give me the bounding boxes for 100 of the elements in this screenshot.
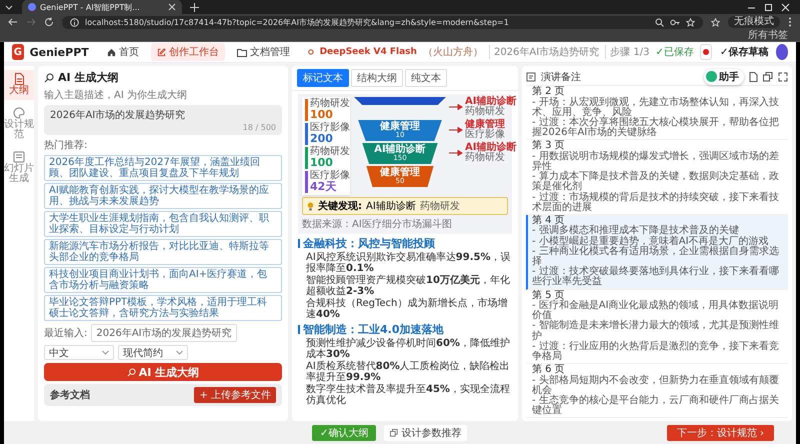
new-tab-icon[interactable] (190, 2, 199, 12)
note-line: - 开场：从宏观到微观，先建立市场整体认知，再深入技术、应用、竞争、风险 (532, 98, 780, 118)
note-line: - 过渡：本次分享将围绕五大核心模块展开，帮助各位把握2026年AI市场的关键脉络 (532, 118, 780, 138)
favicon-icon (28, 3, 36, 11)
topic-suggestion[interactable]: AI赋能教育创新实践，探讨大模型在教学场景的应用、挑战与未来发展趋势 (44, 183, 282, 209)
record-button[interactable] (700, 44, 712, 60)
editor-tab[interactable]: 标记文本 (297, 69, 349, 87)
info-icon (70, 18, 79, 26)
design-params-button[interactable]: 设计参数推荐 (384, 425, 468, 441)
menu-icon[interactable] (788, 17, 792, 27)
slides-icon (13, 150, 25, 162)
close-icon[interactable] (168, 3, 176, 11)
notes-icon (526, 72, 536, 82)
metric-value: 100 (310, 109, 334, 122)
metric-label: 药物研发 (310, 99, 350, 109)
copy-icon[interactable] (763, 72, 773, 82)
note-page-title: 第 2 页 (532, 87, 566, 97)
note-line: - 过渡：行业应用的火热背后是激烈的竞争，接下来看竞争格局 (532, 342, 780, 362)
zoom-icon[interactable] (655, 18, 664, 26)
address-bar[interactable]: localhost:5180/studio/17c87414-47b?topic=2026年AI市场的发展趋势研究&lang=zh&style=modern&step=1 (62, 16, 703, 28)
key-icon[interactable] (670, 18, 680, 26)
nav-link[interactable]: 文档管理 (230, 43, 296, 61)
next-step-button[interactable]: 下一步：设计规范 › (666, 425, 774, 441)
note-card[interactable]: 第 6 页 - 头部格局短期内不会改变，但新势力在垂直领域有颠覆机会 - 生态竞争的核心是平台能力，云厂商和硬件厂商占据关键位置 (526, 364, 788, 418)
bookmarks-button[interactable]: 所有书签 (748, 30, 788, 41)
note-page-title: 第 4 页 (532, 216, 565, 226)
section-heading: 智能制造：工业4.0加速落地 (303, 322, 444, 338)
editor-tab[interactable]: 纯文本 (405, 69, 447, 87)
note-card[interactable]: 第 2 页 - 开场：从宏观到微观，先建立市场整体认知，再深入技术、应用、竞争、风险 - 过渡：本次分享将围绕五大核心模块展开，帮助各位把握2026年AI市场的关键脉络 (526, 86, 788, 140)
topic-suggestion[interactable]: 毕业论文答辩PPT模板，学术风格，适用于理工科硕士论文答辩，含研究方法与实验结果 (44, 295, 282, 321)
stage-label: 健康管理 (380, 122, 420, 132)
insight-label: 关键发现: (318, 200, 362, 214)
assistant-button[interactable]: 助手 (704, 68, 744, 84)
back-icon[interactable] (8, 17, 18, 27)
note-line: - 生态竞争的核心是平台能力，云厂商和硬件厂商占据关键位置 (532, 396, 780, 416)
hot-label: 热门推荐: (44, 138, 88, 152)
note-card[interactable]: 第 4 页 - 强调多模态和推理成本下降是技术普及的关键 - 小模型崛起是重要趋势，意味着AI不再是大厂的游戏 - 三种商业化模式各有适用场景，企业需根据自身需求选择 - 过渡：技术突破最终要落地到具体行业，接下来看看哪些行业率先受益 (526, 214, 788, 290)
expand-icon[interactable] (778, 72, 788, 82)
maximize-icon[interactable] (764, 2, 773, 12)
assistant-icon (706, 71, 717, 82)
save-draft-button[interactable]: ✓保存草稿 (718, 45, 770, 59)
reload-icon[interactable] (44, 17, 54, 27)
metric-value: 42天 (310, 181, 338, 194)
arrow-icon (449, 104, 463, 110)
section-item: AI质检系统替代80%人工质检岗位，缺陷检出率提升至99.9% (305, 361, 511, 384)
note-line: - 小模型崛起是重要趋势，意味着AI不再是大厂的游戏 (532, 236, 769, 247)
stage-label: AI辅助诊断 (374, 145, 426, 155)
document-icon[interactable] (749, 72, 758, 82)
model-name[interactable]: DeepSeek V4 Flash (320, 47, 417, 57)
note-card[interactable]: 第 5 页 - 医疗和金融是AI商业化最成熟的领域，用具体数据说明价值 - 智能制造是未来增长潜力最大的领域，尤其是预测性维护 - 过渡：行业应用的火热背后是激烈的竞争，接下来看竞争格局 (526, 290, 788, 364)
language-select[interactable]: 中文 (44, 345, 114, 360)
profile-button[interactable]: 无痕模式 (728, 16, 780, 28)
section-heading: 金融科技：风控与智能投顾 (303, 236, 435, 252)
section-item: AI风控系统识别欺诈交易准确率达99.5%，误报率降至0.1% (305, 252, 512, 274)
topic-input[interactable]: 2026年AI市场的发展趋势研究 18 / 500 (44, 105, 282, 135)
sidebar-item[interactable]: 幻灯片生成 (4, 148, 34, 188)
document-icon (14, 73, 24, 85)
insight-note: 药物研发 (420, 200, 460, 214)
tab-title: GeniePPT - AI智能PPT制... (40, 2, 141, 12)
style-select[interactable]: 现代简约 (118, 345, 188, 360)
note-page-title: 第 3 页 (532, 141, 565, 152)
avatar[interactable] (776, 44, 788, 60)
callout-title: AI辅助诊断 (465, 97, 516, 107)
callout-title: AI辅助诊断 (465, 143, 516, 153)
generate-outline-button[interactable]: AI 生成大纲 (44, 363, 282, 381)
notes-title: 演讲备注 (541, 70, 581, 84)
topic-suggestion[interactable]: 科技创业项目商业计划书，面向AI+医疗赛道，包含市场分析与融资策略 (44, 267, 282, 293)
nav-link[interactable]: 创作工作台 (150, 43, 225, 61)
note-line: - 过渡：技术突破最终要落地到具体行业，接下来看看哪些行业率先受益 (532, 267, 780, 288)
reference-label: 参考文档 (50, 388, 90, 402)
search-icon (126, 368, 136, 376)
topic-suggestion[interactable]: 新能源汽车市场分析报告，对比比亚迪、特斯拉等头部企业的竞争格局 (44, 239, 282, 265)
recent-input-chip[interactable]: 2026年AI市场的发展趋势研究 (91, 324, 237, 342)
logo: G (12, 44, 24, 60)
panel-title: AI 生成大纲 (58, 70, 118, 85)
note-line: - 用数据说明市场规模的爆发式增长，强调区域市场的差异性 (532, 152, 780, 172)
upload-button[interactable]: + 上传参考文件 (194, 387, 276, 403)
callout-note: 药物研发 (465, 153, 505, 163)
star-icon[interactable] (686, 18, 695, 26)
nav-link[interactable]: 首页 (100, 43, 145, 61)
close-icon[interactable] (781, 2, 790, 12)
note-line: - 智能制造是未来增长潜力最大的领域，尤其是预测性维护 (532, 321, 780, 342)
callout-title: 健康管理 (465, 120, 505, 130)
project-name: 2026年AI市场趋势研究 (488, 45, 600, 59)
note-line: - 算力成本下降是技术普及的关键，数据则决定基础，政策是催化剂 (532, 172, 780, 192)
arrow-icon (449, 127, 463, 133)
editor-tab[interactable]: 结构大纲 (351, 69, 403, 87)
note-page-title: 第 6 页 (532, 365, 565, 376)
sidebar-item[interactable]: 大纲 (4, 70, 34, 100)
recent-label: 最近输入: (44, 326, 88, 340)
section-item: 预测性维护减少设备停机时间60%，降低维护成本30% (305, 338, 511, 360)
sidebar-item[interactable]: 设计规范 (4, 104, 34, 144)
topic-suggestion[interactable]: 大学生职业生涯规划指南，包含自我认知测评、职业探索、目标设定与行动计划 (44, 211, 282, 237)
panel-subtitle: 输入主题描述，AI 为你生成大纲 (44, 88, 188, 102)
star-icon[interactable] (711, 18, 720, 26)
stage-label: 健康管理 (380, 168, 420, 178)
insight-text: AI辅助诊断 (366, 200, 416, 214)
model-icon (308, 48, 314, 56)
browser-tab[interactable]: GeniePPT - AI智能PPT制... (22, 0, 182, 14)
topic-suggestion[interactable]: 2026年度工作总结与2027年展望，涵盖业绩回顾、团队建设、重点项目复盘及下半年规划 (44, 155, 282, 181)
